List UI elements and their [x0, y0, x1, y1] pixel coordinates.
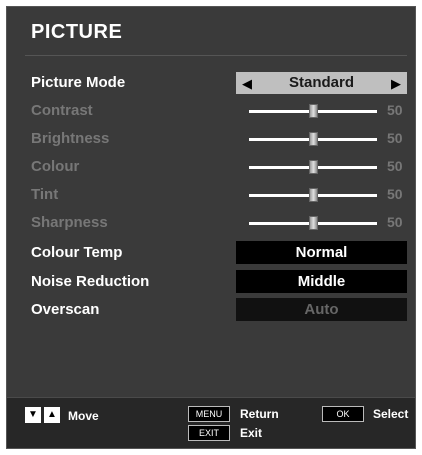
- overscan-label: Overscan: [31, 301, 100, 318]
- menu-key-icon: MENU: [188, 406, 230, 422]
- noise-reduction-value[interactable]: Middle: [236, 270, 407, 293]
- slider-thumb[interactable]: [309, 160, 318, 174]
- contrast-value: 50: [387, 102, 403, 118]
- colour-temp-label: Colour Temp: [31, 244, 123, 261]
- picture-mode-value: Standard: [288, 74, 354, 91]
- brightness-label: Brightness: [31, 130, 110, 147]
- picture-mode-selector[interactable]: ◀ Standard ▶: [236, 72, 407, 94]
- tint-label: Tint: [31, 186, 59, 203]
- exit-key-icon: EXIT: [188, 425, 230, 441]
- overscan-value[interactable]: Auto: [236, 298, 407, 321]
- slider-thumb[interactable]: [309, 132, 318, 146]
- slider-thumb[interactable]: [309, 216, 318, 230]
- noise-reduction-row[interactable]: Noise Reduction Middle: [7, 269, 415, 295]
- contrast-slider[interactable]: [249, 101, 377, 121]
- arrow-right-icon[interactable]: ▶: [391, 76, 401, 92]
- overscan-row[interactable]: Overscan Auto: [7, 297, 415, 323]
- slider-thumb[interactable]: [309, 104, 318, 118]
- noise-reduction-label: Noise Reduction: [31, 273, 150, 290]
- exit-hint: Exit: [240, 426, 263, 440]
- sharpness-label: Sharpness: [31, 214, 108, 231]
- picture-mode-label: Picture Mode: [31, 74, 126, 91]
- return-hint: Return: [240, 407, 279, 421]
- colour-temp-value[interactable]: Normal: [236, 241, 407, 264]
- picture-menu-panel: PICTURE Picture Mode ◀ Standard ▶ Contra…: [6, 6, 416, 449]
- menu-title: PICTURE: [31, 21, 123, 43]
- tint-row[interactable]: Tint 50: [7, 182, 415, 208]
- brightness-slider[interactable]: [249, 129, 377, 149]
- contrast-label: Contrast: [31, 102, 93, 119]
- colour-label: Colour: [31, 158, 80, 175]
- brightness-value: 50: [387, 130, 403, 146]
- picture-mode-row[interactable]: Picture Mode ◀ Standard ▶: [7, 70, 415, 96]
- sharpness-value: 50: [387, 214, 403, 230]
- colour-row[interactable]: Colour 50: [7, 154, 415, 180]
- brightness-row[interactable]: Brightness 50: [7, 126, 415, 152]
- move-hint: Move: [68, 409, 99, 423]
- tv-osd-menu: PICTURE Picture Mode ◀ Standard ▶ Contra…: [0, 0, 422, 455]
- select-hint: Select: [373, 407, 409, 421]
- title-divider: [25, 55, 407, 56]
- sharpness-row[interactable]: Sharpness 50: [7, 210, 415, 236]
- sharpness-slider[interactable]: [249, 213, 377, 233]
- tint-slider[interactable]: [249, 185, 377, 205]
- key-hint-footer: ▼ ▲ Move MENU Return OK Select EXIT Exit: [7, 397, 415, 448]
- slider-thumb[interactable]: [309, 188, 318, 202]
- ok-key-icon: OK: [322, 406, 364, 422]
- colour-value: 50: [387, 158, 403, 174]
- colour-slider[interactable]: [249, 157, 377, 177]
- colour-temp-row[interactable]: Colour Temp Normal: [7, 240, 415, 266]
- up-arrow-icon: ▲: [44, 407, 60, 423]
- down-arrow-icon: ▼: [25, 407, 41, 423]
- tint-value: 50: [387, 186, 403, 202]
- contrast-row[interactable]: Contrast 50: [7, 98, 415, 124]
